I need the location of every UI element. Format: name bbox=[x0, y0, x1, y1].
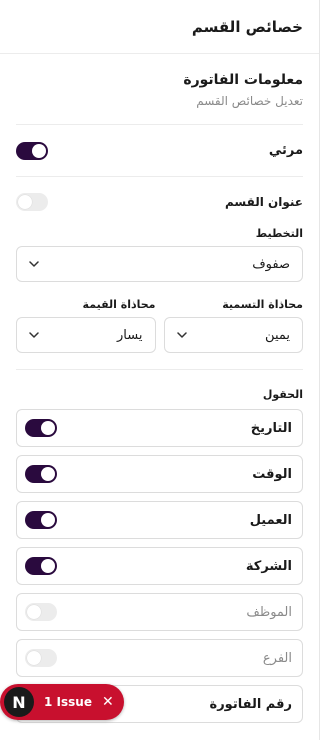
value-align-select[interactable]: يسار bbox=[16, 317, 156, 353]
section-info-title: معلومات الفاتورة bbox=[183, 72, 303, 88]
layout-select[interactable]: صفوف bbox=[16, 246, 303, 282]
chevron-down-icon bbox=[29, 259, 39, 269]
field-name: رقم الفاتورة bbox=[209, 696, 292, 712]
visible-row: مرئي bbox=[16, 125, 303, 177]
field-toggle[interactable] bbox=[25, 649, 57, 667]
toggle-knob bbox=[18, 195, 32, 209]
field-toggle[interactable] bbox=[25, 603, 57, 621]
field-name: الموظف bbox=[246, 604, 292, 620]
toggle-knob bbox=[41, 421, 55, 435]
label-align-col: محاذاة التسمية يمين bbox=[163, 298, 303, 353]
value-align-col: محاذاة القيمة يسار bbox=[16, 298, 156, 353]
field-toggle[interactable] bbox=[25, 465, 57, 483]
layout-block: التخطيط صفوف bbox=[16, 227, 303, 282]
label-align-select[interactable]: يمين bbox=[163, 317, 303, 353]
toggle-knob bbox=[41, 559, 55, 573]
chevron-down-icon bbox=[29, 330, 39, 340]
section-info: معلومات الفاتورة تعديل خصائص القسم bbox=[16, 54, 303, 125]
field-name: التاريخ bbox=[250, 420, 292, 436]
label-align-value: يمين bbox=[265, 327, 290, 343]
field-card[interactable]: التاريخ bbox=[16, 409, 303, 447]
field-card[interactable]: الفرع bbox=[16, 639, 303, 677]
field-toggle[interactable] bbox=[25, 557, 57, 575]
label-align-label: محاذاة التسمية bbox=[222, 298, 303, 311]
section-title-label: عنوان القسم bbox=[224, 195, 303, 209]
field-card[interactable]: العميل bbox=[16, 501, 303, 539]
toggle-knob bbox=[27, 651, 41, 665]
field-toggle[interactable] bbox=[25, 511, 57, 529]
alignment-grid: محاذاة التسمية يمين محاذاة القيمة يسار bbox=[16, 298, 303, 353]
field-name: الفرع bbox=[262, 650, 292, 666]
field-name: الوقت bbox=[252, 466, 292, 482]
visible-label: مرئي bbox=[268, 143, 303, 158]
panel-title: خصائص القسم bbox=[191, 17, 303, 36]
value-align-label: محاذاة القيمة bbox=[82, 298, 156, 311]
issue-indicator[interactable]: N 1 Issue ✕ bbox=[0, 684, 126, 720]
issue-badge[interactable]: N 1 Issue ✕ bbox=[0, 684, 124, 720]
close-icon[interactable]: ✕ bbox=[102, 694, 114, 710]
field-card[interactable]: الشركة bbox=[16, 547, 303, 585]
visible-toggle[interactable] bbox=[16, 141, 48, 160]
field-card[interactable]: الوقت bbox=[16, 455, 303, 493]
avatar: N bbox=[4, 687, 34, 717]
toggle-knob bbox=[27, 605, 41, 619]
field-name: العميل bbox=[249, 512, 292, 528]
chevron-down-icon bbox=[176, 330, 187, 340]
issue-count: 1 Issue bbox=[44, 695, 92, 709]
toggle-knob bbox=[32, 143, 46, 158]
toggle-knob bbox=[41, 513, 55, 527]
divider bbox=[16, 369, 303, 370]
field-name: الشركة bbox=[245, 558, 292, 574]
layout-label: التخطيط bbox=[255, 227, 303, 240]
fields-list: التاريخ الوقت العميل الشركة الموظف الفرع رقم ا… bbox=[0, 409, 319, 723]
field-card[interactable]: الموظف bbox=[16, 593, 303, 631]
layout-select-value: صفوف bbox=[252, 256, 290, 272]
field-toggle[interactable] bbox=[25, 419, 57, 437]
panel-header: خصائص القسم bbox=[0, 0, 319, 54]
section-title-row: عنوان القسم bbox=[16, 177, 303, 227]
value-align-value: يسار bbox=[117, 327, 143, 343]
fields-title: الحقول bbox=[262, 388, 303, 401]
section-title-toggle[interactable] bbox=[16, 193, 48, 211]
section-properties-panel: خصائص القسم معلومات الفاتورة تعديل خصائص… bbox=[0, 0, 320, 740]
section-info-subtitle: تعديل خصائص القسم bbox=[196, 94, 303, 108]
toggle-knob bbox=[41, 467, 55, 481]
